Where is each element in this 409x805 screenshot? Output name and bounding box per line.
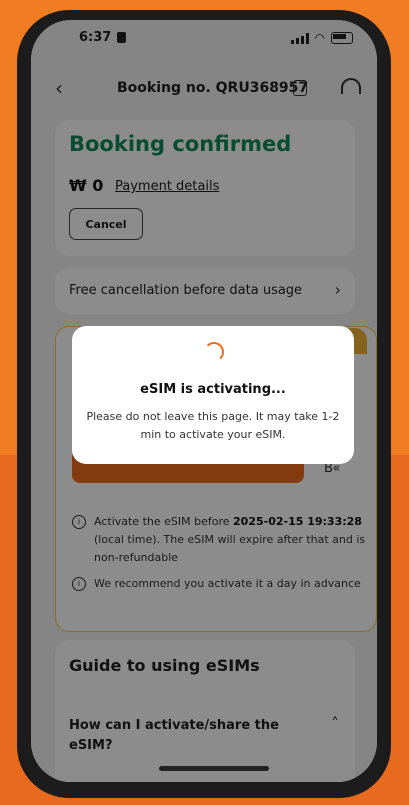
home-indicator[interactable] (159, 766, 269, 771)
app-screen: 6:37 ◠ ‹ Booking no. QRU368957 Booking c… (31, 20, 377, 782)
modal-title: eSIM is activating... (140, 382, 286, 397)
loading-spinner-icon (204, 342, 224, 362)
modal-message: Please do not leave this page. It may ta… (86, 410, 340, 441)
activation-modal: eSIM is activating... Please do not leav… (72, 326, 354, 464)
